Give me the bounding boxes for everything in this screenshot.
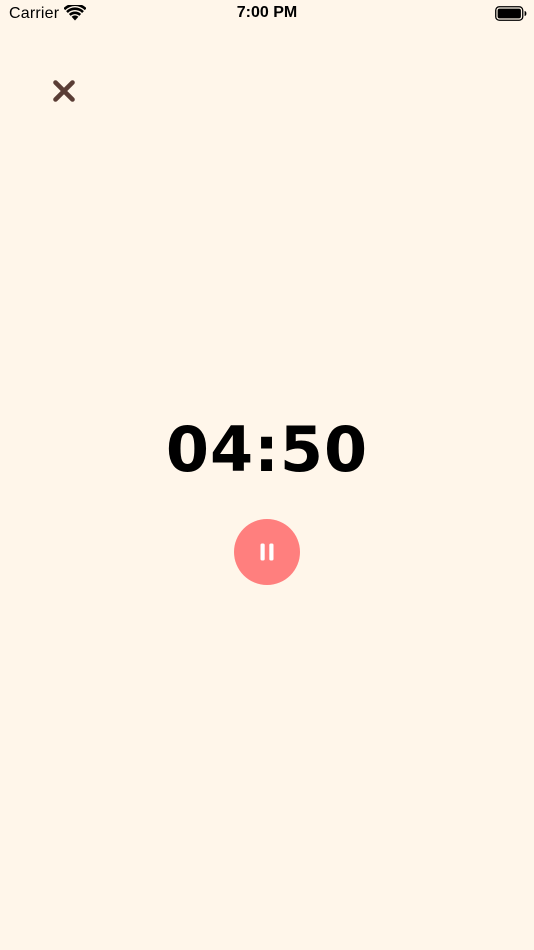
close-icon bbox=[53, 80, 75, 102]
pause-icon bbox=[260, 543, 274, 561]
timer-display: 04:50 bbox=[165, 413, 369, 486]
close-button[interactable] bbox=[44, 71, 84, 111]
status-bar: Carrier 7:00 PM bbox=[0, 0, 534, 28]
battery-full-icon bbox=[495, 6, 527, 21]
pause-button[interactable] bbox=[234, 519, 300, 585]
timer-screen: Carrier 7:00 PM 04:50 bbox=[0, 0, 534, 950]
status-time: 7:00 PM bbox=[236, 4, 298, 21]
